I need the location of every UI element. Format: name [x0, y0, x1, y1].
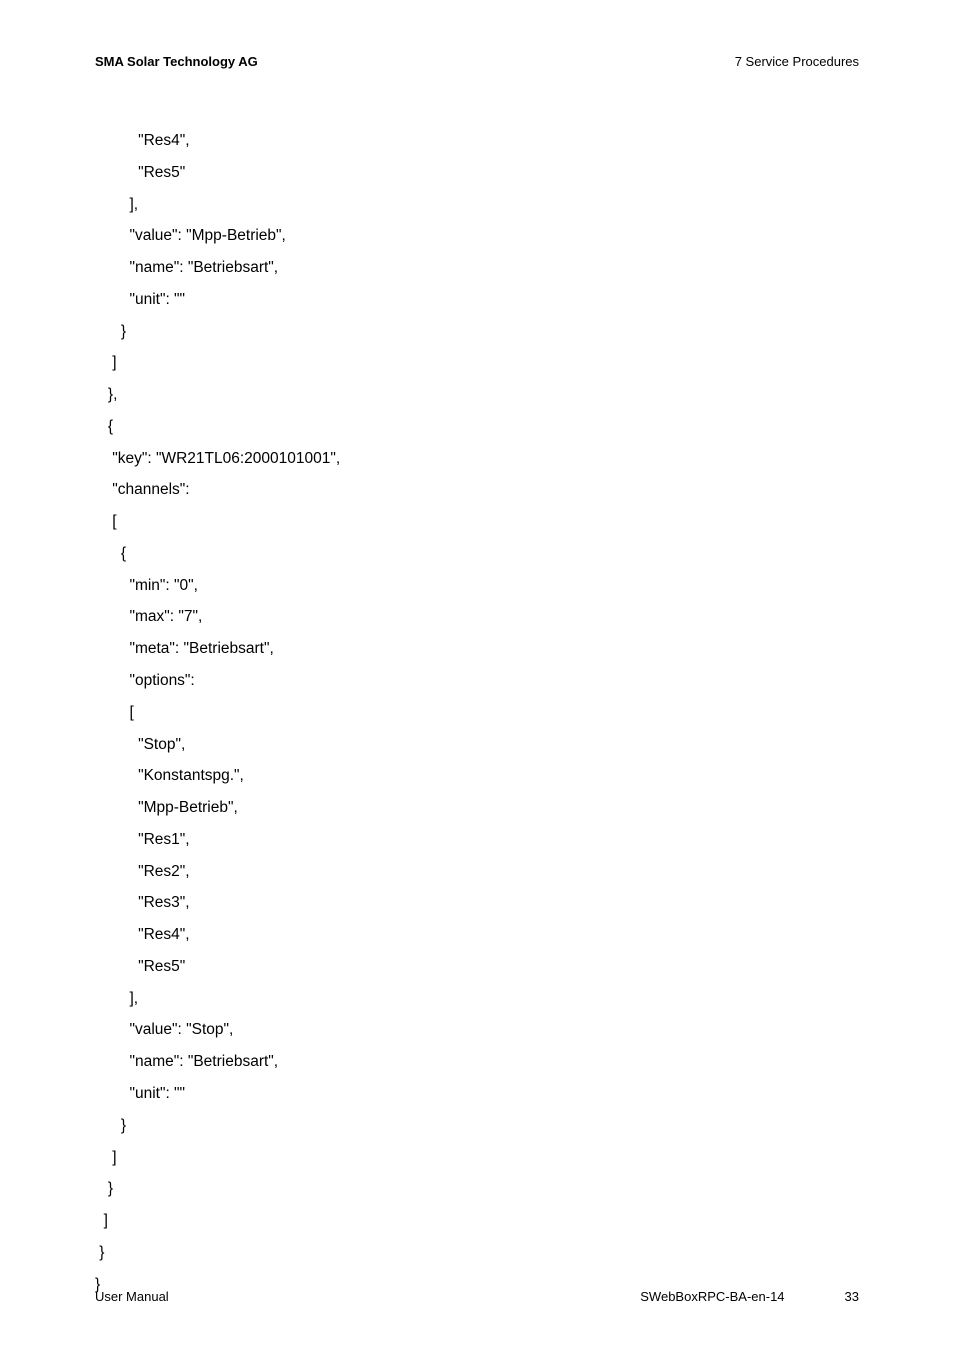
header-company: SMA Solar Technology AG	[95, 54, 258, 69]
page-footer: User Manual SWebBoxRPC-BA-en-14 33	[95, 1289, 859, 1304]
footer-page-number: 33	[845, 1289, 859, 1304]
footer-right-group: SWebBoxRPC-BA-en-14 33	[640, 1289, 859, 1304]
code-listing: "Res4", "Res5" ], "value": "Mpp-Betrieb"…	[95, 125, 340, 1300]
header-section: 7 Service Procedures	[735, 54, 859, 69]
footer-doc-type: User Manual	[95, 1289, 169, 1304]
footer-doc-id: SWebBoxRPC-BA-en-14	[640, 1289, 784, 1304]
page-header: SMA Solar Technology AG 7 Service Proced…	[95, 54, 859, 69]
